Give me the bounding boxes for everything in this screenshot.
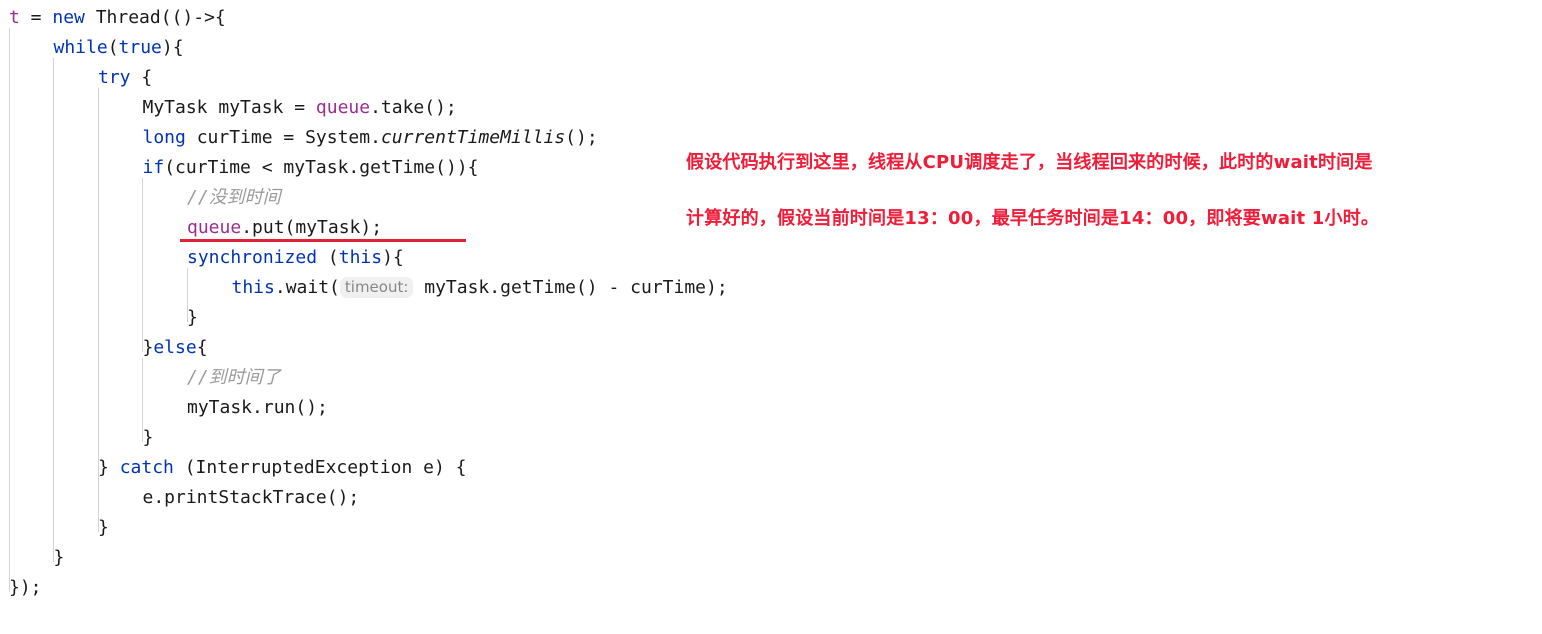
code-token: ){ [161,37,184,58]
code-line[interactable]: if(curTime < myTask.getTime()){ [143,153,479,183]
code-token: } [98,457,120,478]
code-token: curTime = System. [185,127,381,148]
code-token: //到时间了 [187,367,281,388]
indent-guide-level-2 [53,58,54,562]
code-token: { [130,67,153,88]
code-line[interactable]: t = new Thread(()->{ [9,3,226,33]
code-line[interactable]: e.printStackTrace(); [143,483,360,513]
code-line[interactable]: while(true){ [54,33,184,63]
code-token: queue [187,217,242,238]
code-token: Thread(()->{ [84,7,226,28]
code-token: (curTime < myTask.getTime()){ [164,157,479,178]
code-token: { [196,337,208,358]
code-token: (InterruptedException e) { [173,457,467,478]
code-token: catch [119,457,174,478]
code-token: }); [9,577,42,598]
code-token: long [142,127,186,148]
code-line[interactable]: } [187,303,198,333]
code-token: } [98,517,109,538]
code-line[interactable]: } [98,513,109,543]
code-line[interactable]: } catch (InterruptedException e) { [98,453,466,483]
code-token: queue [315,97,371,118]
code-line[interactable]: long curTime = System.currentTimeMillis(… [143,123,598,153]
code-token: new [52,7,85,28]
code-token: myTask.run(); [187,397,328,418]
code-line[interactable]: myTask.run(); [187,393,328,423]
code-token: this [231,277,275,298]
code-token: MyTask myTask = [142,97,316,118]
code-token: else [153,337,197,358]
code-token: ){ [382,247,404,268]
code-token: .put(myTask); [241,217,383,238]
code-token: e.printStackTrace(); [142,487,360,508]
indent-guide-level-1 [9,28,10,592]
code-token: .take(); [370,97,457,118]
code-token: if [142,157,165,178]
code-token: } [142,337,154,358]
code-token: while [53,37,108,58]
indent-guide-level-4 [142,178,143,352]
code-editor-canvas: t = new Thread(()->{while(true){try {MyT… [0,0,1542,634]
code-line[interactable]: synchronized (this){ [187,243,404,273]
code-token: currentTimeMillis [380,127,566,148]
red-annotation-note: 假设代码执行到这里，线程从CPU调度走了，当线程回来的时候，此时的wait时间是… [686,121,1538,261]
code-token: (); [565,127,598,148]
code-line[interactable]: } [54,543,65,573]
code-token: } [142,427,154,448]
code-line[interactable]: //到时间了 [187,363,281,393]
code-token: myTask.getTime() - curTime); [424,277,728,298]
param-hint-timeout: timeout: [339,277,414,298]
code-token: = [19,7,53,28]
annotation-line-2: 计算好的，假设当前时间是13：00，最早任务时间是14：00，即将要wait 1… [686,208,1380,229]
code-line[interactable]: MyTask myTask = queue.take(); [143,93,457,123]
code-line[interactable]: try { [98,63,152,93]
annotation-line-1: 假设代码执行到这里，线程从CPU调度走了，当线程回来的时候，此时的wait时间是 [686,152,1373,173]
code-token: this [338,247,383,268]
code-token: //没到时间 [187,187,281,208]
code-token: } [187,307,198,328]
code-token: t [9,7,20,28]
code-line[interactable]: }); [9,573,42,603]
code-line[interactable]: }else{ [143,333,208,363]
code-token: } [53,547,65,568]
code-token: ( [317,247,339,268]
code-line[interactable]: this.wait(timeout: myTask.getTime() - cu… [232,273,728,303]
code-line[interactable]: } [143,423,154,453]
code-token: true [118,37,162,58]
code-line[interactable]: //没到时间 [187,183,281,213]
code-token: try [98,67,131,88]
red-underline-marker [180,239,466,242]
code-token: ( [107,37,119,58]
code-token: synchronized [187,247,318,268]
code-token: .wait( [274,277,340,298]
